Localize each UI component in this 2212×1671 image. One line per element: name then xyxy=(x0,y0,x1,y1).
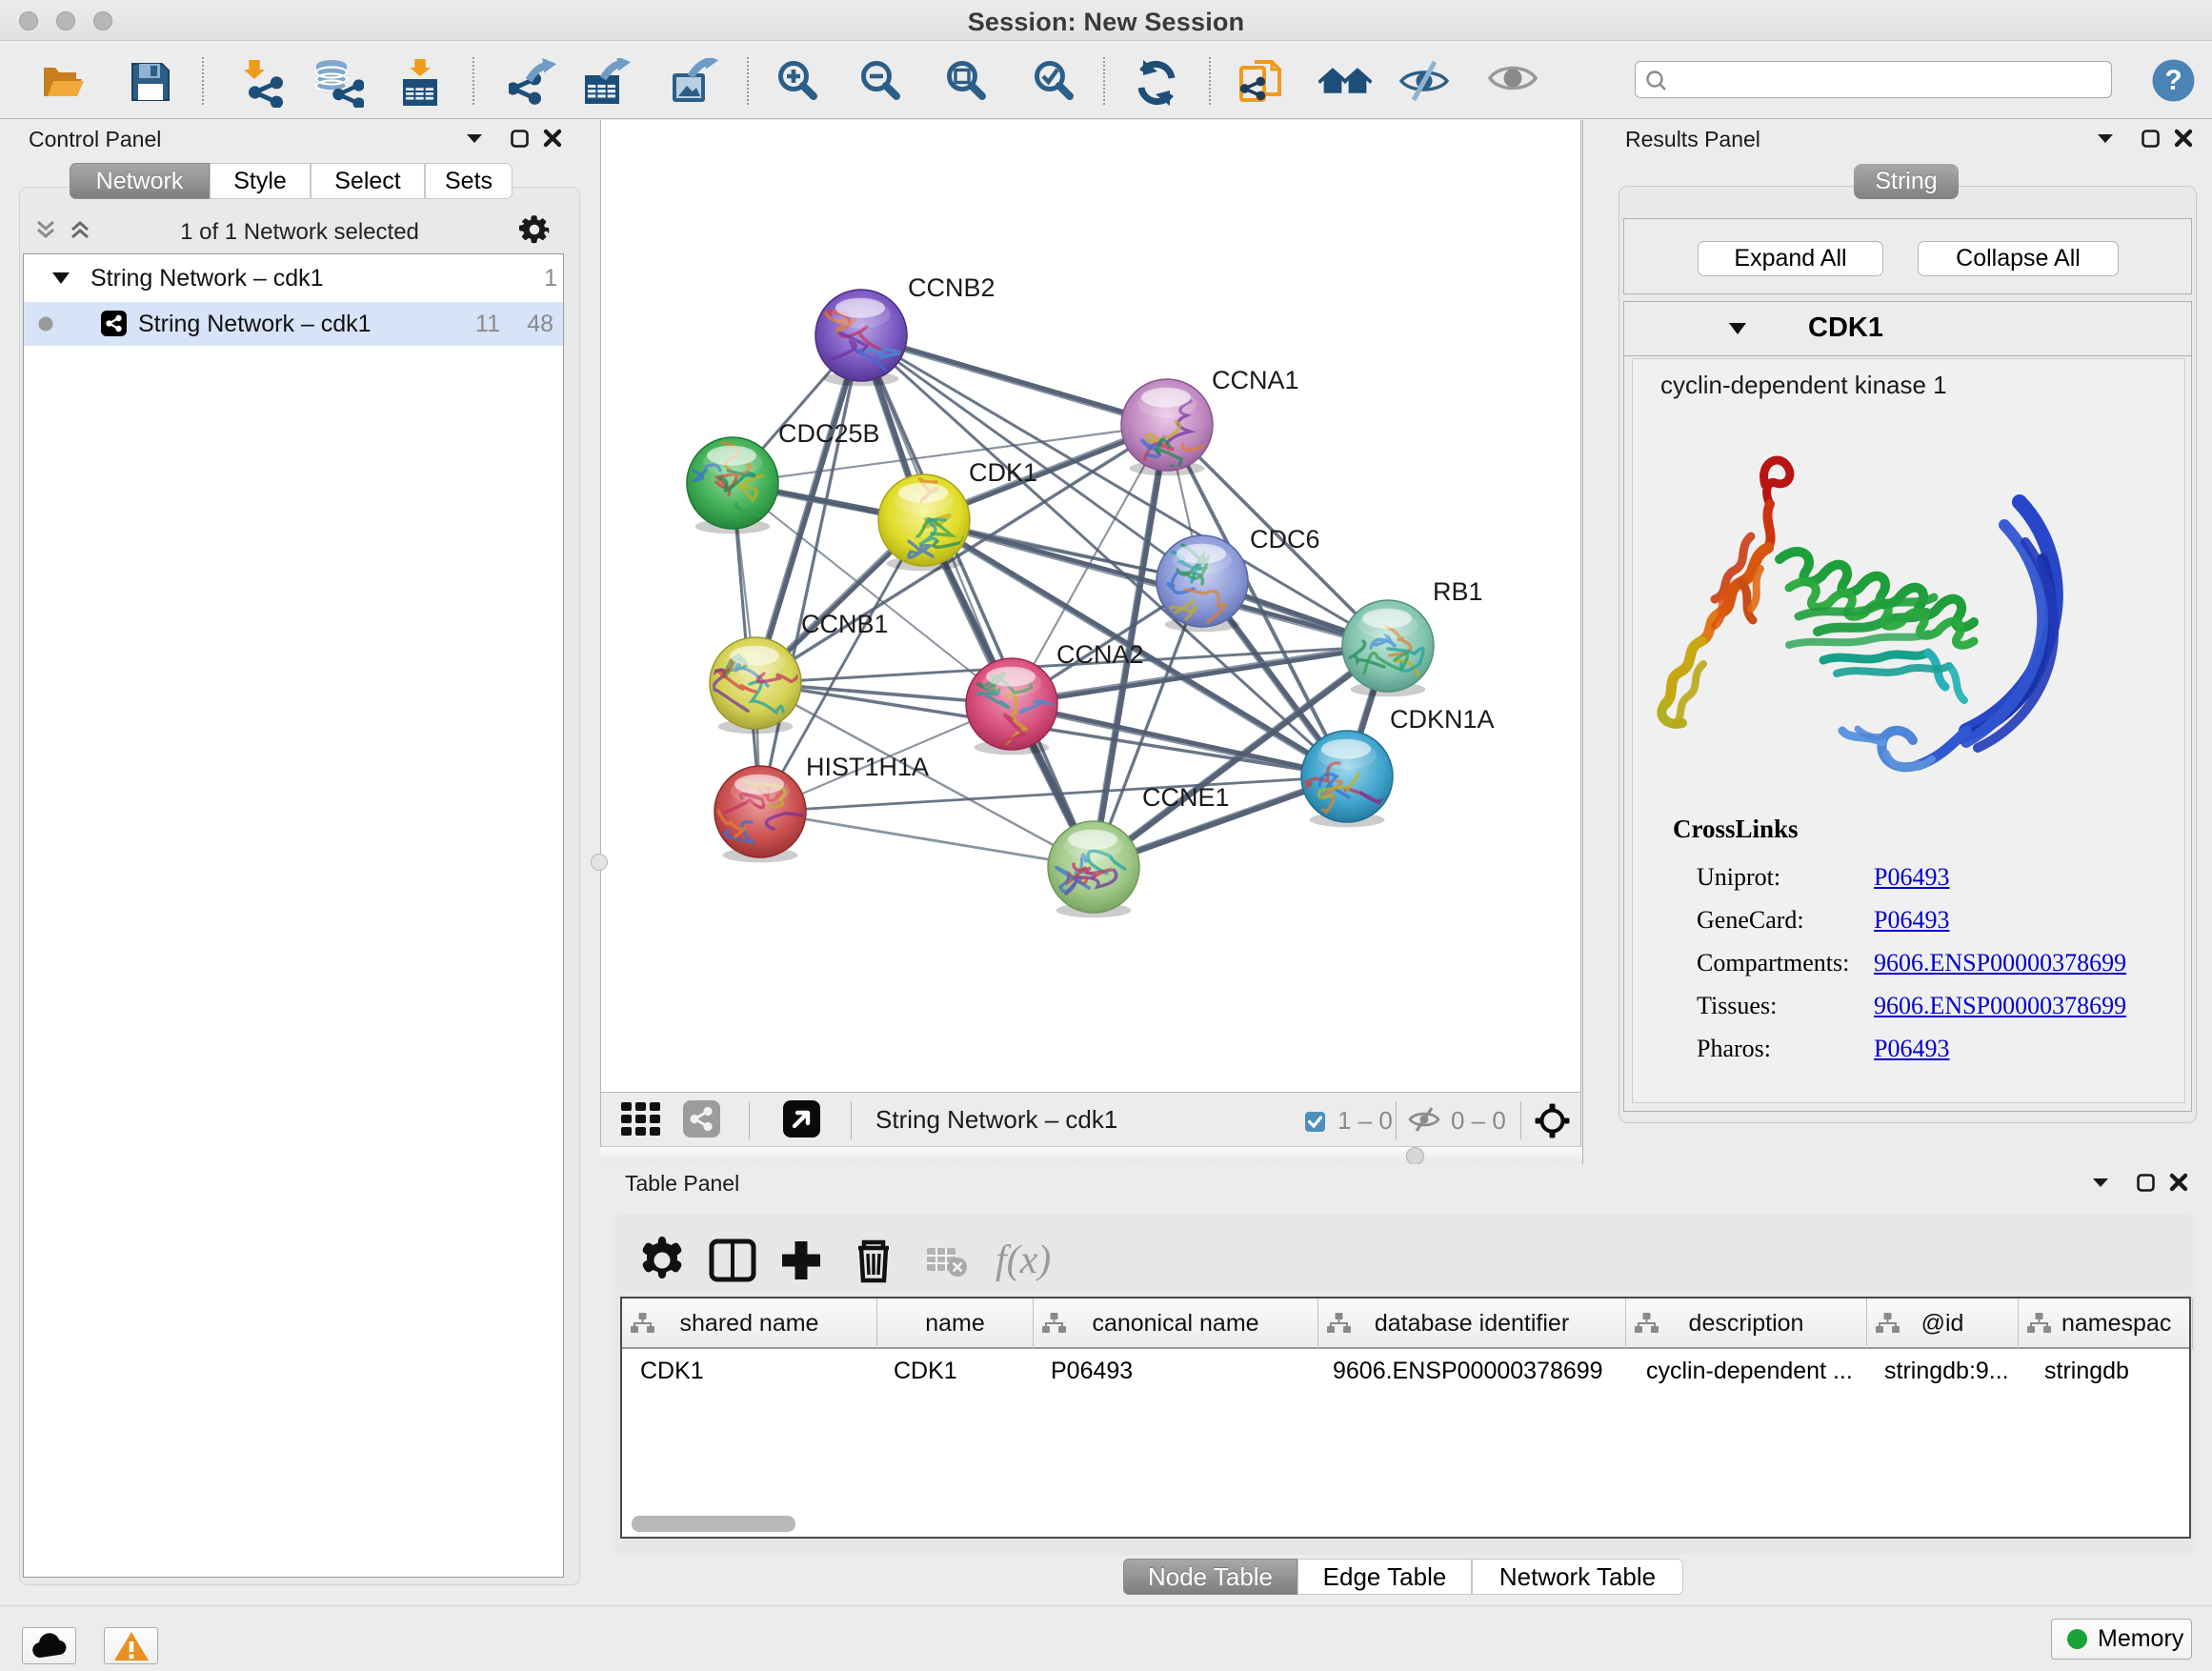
svg-text:CDC6: CDC6 xyxy=(1250,525,1320,554)
svg-text:CDKN1A: CDKN1A xyxy=(1390,705,1495,734)
svg-text:CDK1: CDK1 xyxy=(969,458,1037,487)
svg-text:HIST1H1A: HIST1H1A xyxy=(806,753,929,781)
svg-text:CCNB1: CCNB1 xyxy=(801,610,889,638)
svg-text:CCNE1: CCNE1 xyxy=(1142,783,1230,812)
svg-text:CCNA2: CCNA2 xyxy=(1056,640,1144,669)
svg-text:?: ? xyxy=(2164,65,2182,96)
svg-text:CCNB2: CCNB2 xyxy=(908,273,995,302)
svg-text:f(x): f(x) xyxy=(995,1238,1051,1282)
svg-text:CDC25B: CDC25B xyxy=(778,419,880,448)
svg-text:CCNA1: CCNA1 xyxy=(1212,366,1299,394)
svg-text:RB1: RB1 xyxy=(1433,577,1483,606)
